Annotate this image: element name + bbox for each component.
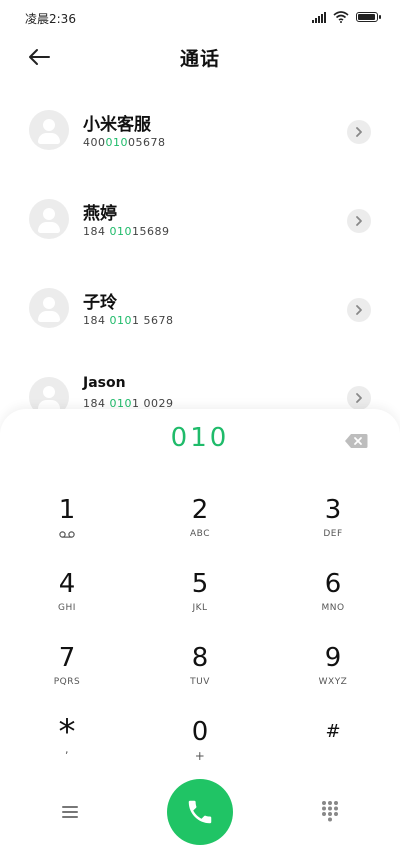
contact-name: 小米客服 bbox=[83, 115, 151, 135]
key-hash[interactable]: # bbox=[288, 715, 378, 775]
key-letters: + bbox=[194, 749, 206, 763]
status-bar: 凌晨2:36 bbox=[0, 0, 400, 34]
contact-detail-button[interactable] bbox=[347, 209, 371, 233]
header: 通话 bbox=[0, 34, 400, 80]
key-letters: JKL bbox=[192, 603, 208, 613]
key-digit: 1 bbox=[58, 495, 76, 525]
contact-row[interactable]: 子玲 184 0101 5678 bbox=[0, 264, 400, 353]
contact-detail-button[interactable] bbox=[347, 120, 371, 144]
contact-row[interactable]: 小米客服 40001005678 bbox=[0, 86, 400, 175]
key-letters: TUV bbox=[190, 677, 210, 687]
menu-icon bbox=[62, 806, 78, 818]
bottom-bar bbox=[0, 778, 400, 848]
key-digit: 0 bbox=[191, 717, 209, 747]
number-match: 010 bbox=[109, 225, 132, 238]
number-match: 010 bbox=[105, 136, 128, 149]
chevron-right-icon bbox=[356, 305, 362, 315]
contact-number: 40001005678 bbox=[83, 136, 166, 149]
key-digit: 6 bbox=[324, 569, 342, 599]
key-digit: 9 bbox=[324, 643, 342, 673]
menu-button[interactable] bbox=[60, 802, 80, 822]
contact-number: 184 0101 5678 bbox=[83, 314, 174, 327]
wifi-icon bbox=[333, 11, 349, 23]
contact-name: 燕婷 bbox=[83, 204, 117, 224]
key-9[interactable]: 9 WXYZ bbox=[288, 641, 378, 701]
key-0[interactable]: 0 + bbox=[155, 715, 245, 775]
key-8[interactable]: 8 TUV bbox=[155, 641, 245, 701]
dialpad-icon bbox=[322, 801, 338, 822]
key-5[interactable]: 5 JKL bbox=[155, 567, 245, 627]
contact-list: 小米客服 40001005678 燕婷 184 01015689 子玲 184 … bbox=[0, 86, 400, 677]
call-button[interactable] bbox=[167, 779, 233, 845]
key-digit: 8 bbox=[191, 643, 209, 673]
battery-icon bbox=[356, 12, 381, 22]
key-2[interactable]: 2 ABC bbox=[155, 493, 245, 553]
signal-icon bbox=[312, 11, 326, 23]
key-digit: 5 bbox=[191, 569, 209, 599]
phone-icon bbox=[188, 800, 212, 824]
key-digit: 4 bbox=[58, 569, 76, 599]
avatar bbox=[29, 199, 69, 239]
key-6[interactable]: 6 MNO bbox=[288, 567, 378, 627]
key-letters: WXYZ bbox=[318, 677, 348, 687]
contact-name: 子玲 bbox=[83, 293, 117, 313]
avatar bbox=[29, 288, 69, 328]
status-time: 凌晨2:36 bbox=[25, 12, 76, 26]
contact-detail-button[interactable] bbox=[347, 386, 371, 410]
key-3[interactable]: 3 DEF bbox=[288, 493, 378, 553]
key-digit: # bbox=[325, 721, 341, 742]
number-match: 010 bbox=[109, 314, 132, 327]
chevron-right-icon bbox=[356, 393, 362, 403]
contact-detail-button[interactable] bbox=[347, 298, 371, 322]
key-digit: 2 bbox=[191, 495, 209, 525]
backspace-button[interactable] bbox=[344, 433, 368, 449]
contact-row[interactable]: 燕婷 184 01015689 bbox=[0, 175, 400, 264]
contact-number: 184 01015689 bbox=[83, 225, 170, 238]
backspace-icon bbox=[345, 434, 368, 448]
chevron-right-icon bbox=[356, 216, 362, 226]
chevron-right-icon bbox=[356, 127, 362, 137]
key-letters: ABC bbox=[190, 529, 210, 539]
key-7[interactable]: 7 PQRS bbox=[22, 641, 112, 701]
key-4[interactable]: 4 GHI bbox=[22, 567, 112, 627]
key-letters: MNO bbox=[321, 603, 345, 613]
status-icons bbox=[312, 11, 381, 23]
key-letters: DEF bbox=[323, 529, 343, 539]
key-letters: GHI bbox=[58, 603, 76, 613]
dialed-number-display: 010 bbox=[170, 423, 230, 453]
avatar bbox=[29, 110, 69, 150]
key-digit: 3 bbox=[324, 495, 342, 525]
key-star[interactable]: * , bbox=[22, 715, 112, 775]
voicemail-icon bbox=[59, 531, 75, 538]
key-letters: , bbox=[65, 743, 69, 756]
page-title: 通话 bbox=[179, 48, 220, 70]
key-1[interactable]: 1 bbox=[22, 493, 112, 553]
keypad-toggle-button[interactable] bbox=[320, 800, 340, 822]
contact-name: Jason bbox=[83, 375, 126, 391]
key-letters: PQRS bbox=[53, 677, 81, 687]
key-digit: 7 bbox=[58, 643, 76, 673]
